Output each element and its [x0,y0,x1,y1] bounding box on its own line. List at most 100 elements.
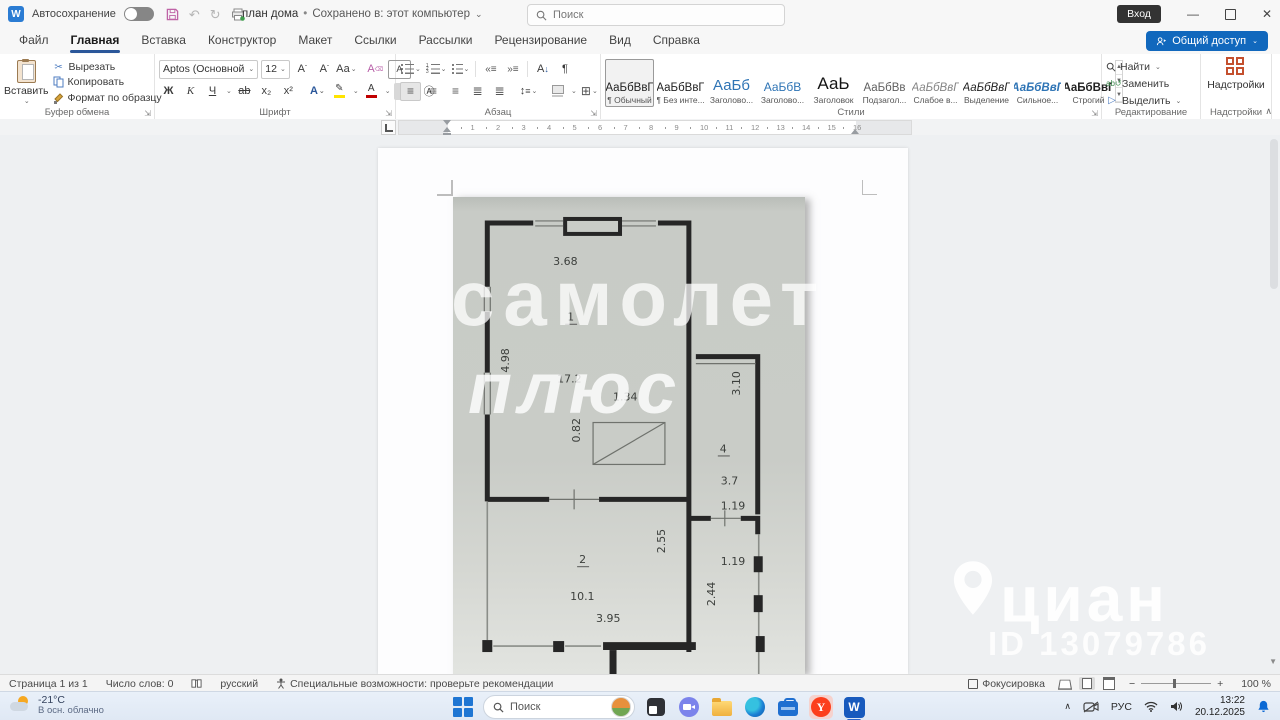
distribute-button[interactable]: ≣ [490,83,509,100]
tab-рассылки[interactable]: Рассылки [408,28,484,54]
addins-button[interactable]: Надстройки [1207,79,1265,91]
camera-off-icon[interactable] [1083,701,1099,713]
collapse-ribbon-icon[interactable]: ∧ [1265,106,1272,117]
tab-конструктор[interactable]: Конструктор [197,28,287,54]
indent-marker-right[interactable] [851,129,859,134]
underline-button[interactable]: Ч [203,83,222,100]
zoom-in-button[interactable]: + [1217,678,1232,690]
align-right-button[interactable]: ≡ [446,83,465,100]
font-size-combo[interactable]: 12⌄ [261,60,290,79]
addins-icon[interactable] [1226,57,1246,77]
briefcase-app-button[interactable] [776,695,800,719]
style-gallery-item[interactable]: АаБбЗаголово... [707,59,756,107]
decrease-indent-button[interactable]: «≡ [481,61,500,78]
clear-formatting-button[interactable]: А⌫ [366,61,385,78]
titlebar-search[interactable]: Поиск [527,4,785,26]
tab-ссылки[interactable]: Ссылки [343,28,407,54]
styles-dialog-launcher[interactable]: ⇲ [1091,109,1098,118]
vertical-scrollbar[interactable] [1270,139,1278,289]
format-painter-button[interactable]: Формат по образцу [53,91,162,105]
yandex-browser-button[interactable]: Y [809,695,833,719]
word-count[interactable]: Число слов: 0 [97,678,183,690]
undo-icon[interactable]: ↶ [189,8,200,21]
font-name-combo[interactable]: Aptos (Основной⌄ [159,60,258,79]
word-taskbar-button[interactable]: W [842,695,866,719]
multilevel-list-button[interactable]: ⌄ [451,61,471,78]
borders-button[interactable]: ⊞⌄ [580,83,599,100]
find-button[interactable]: Найти⌄ [1106,58,1196,75]
notification-bell-icon[interactable] [1257,700,1270,713]
floor-plan-image[interactable]: 3.68117.24.981.340.823.1043.71.192.55210… [453,197,805,674]
style-gallery-item[interactable]: АаБбВвГСлабое в... [911,59,960,107]
start-button[interactable] [452,696,474,718]
grow-font-button[interactable]: Аˆ [293,61,312,78]
font-color-button[interactable]: А [362,83,381,100]
tab-справка[interactable]: Справка [642,28,711,54]
show-marks-button[interactable]: ¶ [555,61,574,78]
tab-главная[interactable]: Главная [60,28,131,54]
wifi-icon[interactable] [1144,701,1158,712]
redo-icon[interactable]: ↻ [210,8,221,21]
align-left-button[interactable]: ≡ [400,82,421,101]
numbering-button[interactable]: 123⌄ [425,61,448,78]
align-center-button[interactable]: ≡ [424,83,443,100]
language-indicator[interactable]: РУС [1111,701,1132,713]
clipboard-dialog-launcher[interactable]: ⇲ [144,109,151,118]
shrink-font-button[interactable]: Аˇ [315,61,334,78]
copy-button[interactable]: Копировать [53,75,162,89]
zoom-out-button[interactable]: − [1120,678,1135,690]
shading-fill-button[interactable] [548,83,567,100]
style-gallery-item[interactable]: АаБбВвПодзагол... [860,59,909,107]
minimize-button[interactable]: — [1187,7,1199,21]
text-effects-button[interactable]: А⌄ [308,83,327,100]
justify-button[interactable]: ≣ [468,83,487,100]
signin-button[interactable]: Вход [1117,5,1161,23]
read-mode-button[interactable] [1057,677,1073,690]
bold-button[interactable]: Ж [159,83,178,100]
style-gallery-item[interactable]: АаБбВвГВыделение [962,59,1011,107]
clock[interactable]: 13:22 20.12.2025 [1195,695,1245,719]
strikethrough-button[interactable]: ab [235,83,254,100]
superscript-button[interactable]: x² [279,83,298,100]
tab-макет[interactable]: Макет [287,28,343,54]
volume-icon[interactable] [1170,701,1183,712]
tab-вид[interactable]: Вид [598,28,642,54]
style-gallery-item[interactable]: АаБбВвГ¶ Обычный [605,59,654,107]
paste-button[interactable]: Вставить ⌄ [4,58,49,105]
style-gallery-item[interactable]: АаБбВЗаголово... [758,59,807,107]
autosave-toggle[interactable] [124,7,154,21]
focus-button[interactable]: Фокусировка [959,678,1054,690]
maximize-button[interactable] [1225,9,1236,20]
explorer-button[interactable] [710,695,734,719]
edge-button[interactable] [743,695,767,719]
tab-файл[interactable]: Файл [8,28,60,54]
line-spacing-button[interactable]: ↕≡⌄ [519,83,538,100]
tab-вставка[interactable]: Вставка [130,28,197,54]
print-layout-button[interactable] [1079,677,1095,690]
tab-stop-selector[interactable] [381,120,396,135]
chat-button[interactable] [677,695,701,719]
proofing-status[interactable] [182,678,211,689]
font-dialog-launcher[interactable]: ⇲ [385,109,392,118]
style-gallery-item[interactable]: АаЬЗаголовок [809,59,858,107]
document-title[interactable]: план дома • Сохранено в: этот компьютер … [242,0,483,28]
change-case-button[interactable]: Аа⌄ [337,61,356,78]
web-layout-button[interactable] [1101,677,1117,690]
style-gallery-item[interactable]: АаБбВвГ¶ Без инте... [656,59,705,107]
scroll-down-arrow[interactable]: ▼ [1269,657,1277,666]
cut-button[interactable]: ✂ Вырезать [53,60,162,74]
sort-button[interactable]: А↓ [533,61,552,78]
subscript-button[interactable]: x₂ [257,83,276,100]
tray-expand-icon[interactable]: ∧ [1064,701,1071,712]
bullets-button[interactable]: ⌄ [400,61,422,78]
tab-рецензирование[interactable]: Рецензирование [483,28,598,54]
close-button[interactable]: ✕ [1262,7,1272,21]
accessibility-status[interactable]: Специальные возможности: проверьте реком… [267,678,562,690]
widgets-button[interactable] [644,695,668,719]
weather-widget[interactable]: -21°C В осн. облачно [10,694,104,717]
save-icon[interactable] [166,8,179,21]
zoom-level[interactable]: 100 % [1232,678,1280,690]
horizontal-ruler[interactable]: 12345678910111213141516 [398,120,912,135]
page-indicator[interactable]: Страница 1 из 1 [0,678,97,690]
document-area[interactable]: 3.68117.24.981.340.823.1043.71.192.55210… [0,135,1280,674]
